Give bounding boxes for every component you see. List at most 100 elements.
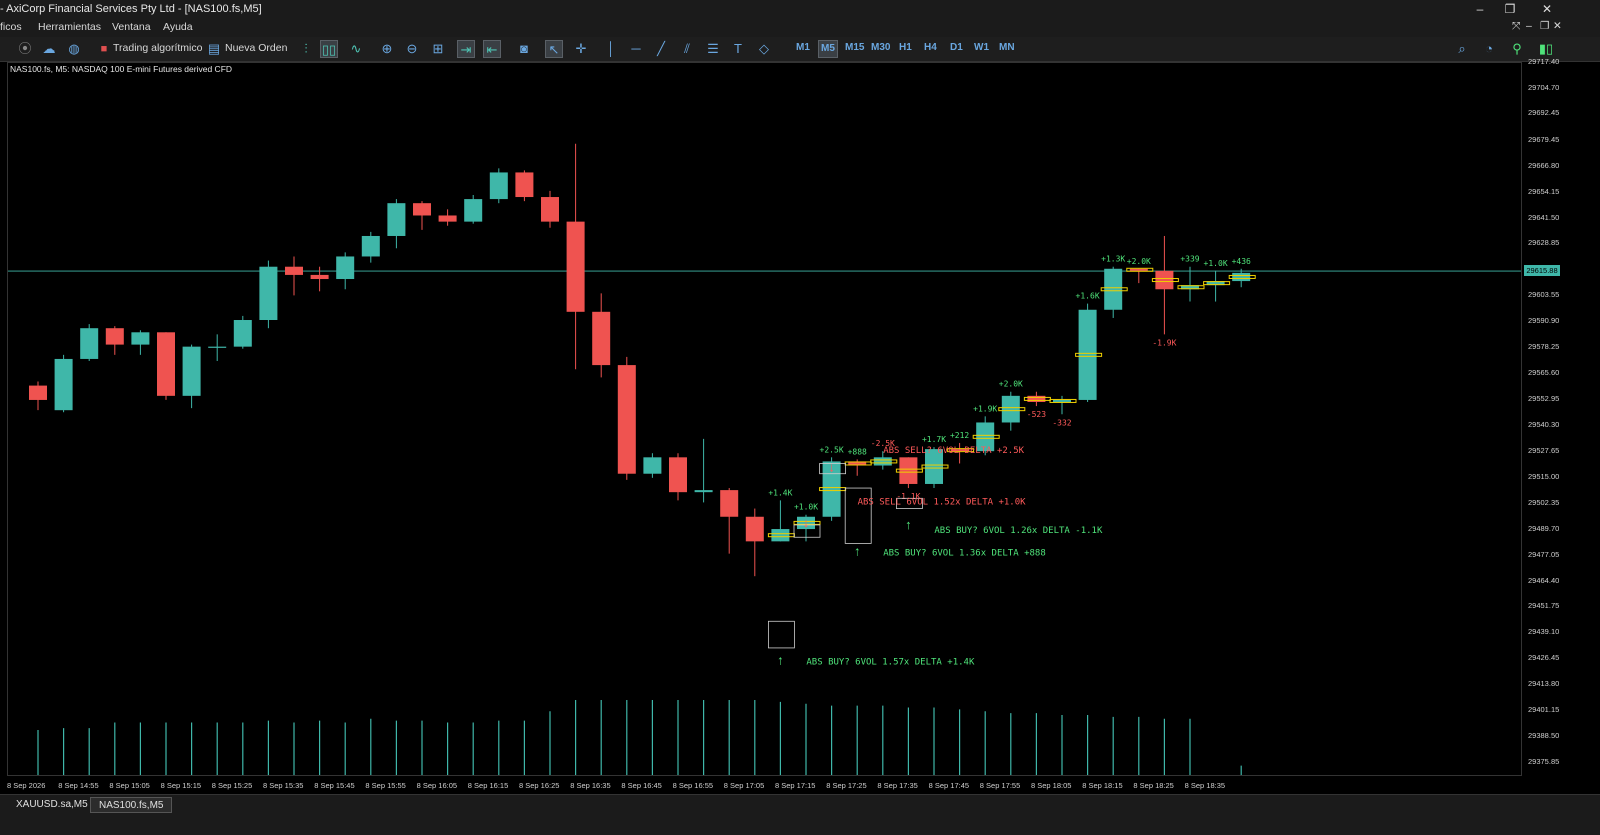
crosshair-icon[interactable]: ✛ — [572, 40, 590, 58]
search-icon[interactable]: ⌕ — [1453, 40, 1471, 58]
candle-body — [541, 197, 559, 222]
candle-body — [1232, 272, 1251, 282]
timeframe-m30[interactable]: M30 — [871, 42, 890, 53]
price-tick-label: 29692.45 — [1528, 108, 1560, 118]
time-axis[interactable]: 8 Sep 2026 8 Sep 14:55 8 Sep 15:05 8 Sep 15… — [7, 776, 1522, 794]
timeframe-mn[interactable]: MN — [999, 42, 1015, 53]
chart-shift-icon[interactable]: ⇤ — [483, 40, 501, 58]
new-order-icon[interactable]: ▤ — [205, 40, 223, 58]
candle-body — [464, 199, 483, 222]
menu-ventana[interactable]: Ventana — [112, 21, 151, 33]
line-chart-icon[interactable]: ∿ — [347, 40, 365, 58]
candle-body — [233, 320, 252, 347]
time-tick-label: 8 Sep 17:35 — [877, 781, 918, 790]
delta-label: +1.6K — [1076, 292, 1100, 301]
menu-graficos[interactable]: ficos — [0, 21, 22, 33]
time-tick-label: 8 Sep 16:05 — [416, 781, 458, 790]
price-tick-label: 29515.00 — [1528, 471, 1560, 481]
autoscroll-icon[interactable]: ⇥ — [457, 40, 475, 58]
fibonacci-icon[interactable]: ☰ — [704, 40, 722, 58]
price-tick-label: 29666.80 — [1528, 160, 1560, 170]
absorption-zone-box — [768, 620, 795, 649]
menu-ayuda[interactable]: Ayuda — [163, 21, 193, 33]
cloud-icon[interactable]: ☁ — [40, 40, 58, 58]
candlestick-chart[interactable]: +1.4K+1.0K+2.5K +888-2.5K-1.1K+1.7K +212+1… — [8, 63, 1522, 776]
menu-herramientas[interactable]: Herramientas — [38, 21, 101, 33]
candle-body — [566, 221, 585, 312]
pin-icon[interactable]: ⤧ — [1512, 20, 1520, 33]
sell-arrow-icon: ↓ — [828, 460, 835, 475]
price-tick-label: 29451.75 — [1528, 601, 1560, 611]
shapes-icon[interactable]: ◇ — [755, 40, 773, 58]
price-tick-label: 29679.45 — [1528, 134, 1560, 144]
vertical-line-icon[interactable]: │ — [602, 40, 620, 58]
mini-minimize-icon[interactable]: – — [1526, 20, 1532, 32]
time-tick-label: 8 Sep 16:25 — [519, 781, 560, 790]
toolbar: ⦿ ☁ ◍ ■ Trading algorítmico ▤ Nueva Orde… — [0, 37, 1600, 62]
candle-body — [1129, 268, 1148, 271]
price-tick-label: 29464.40 — [1528, 575, 1560, 585]
candle-body — [336, 256, 355, 280]
channel-icon[interactable]: ⫽ — [678, 40, 696, 58]
new-order-button[interactable]: Nueva Orden — [225, 42, 287, 54]
candlestick-icon[interactable]: ▯▯ — [320, 40, 338, 58]
delta-label: +212 — [950, 431, 969, 440]
timeframe-m1[interactable]: M1 — [796, 42, 810, 53]
restore-button[interactable]: ❐ — [1500, 2, 1520, 16]
candle-body — [438, 215, 457, 222]
algo-trading-icon[interactable]: ■ — [95, 40, 113, 58]
close-button[interactable]: ✕ — [1537, 2, 1557, 16]
zoom-out-icon[interactable]: ⊖ — [403, 40, 421, 58]
delta-label: +436 — [1232, 257, 1251, 266]
text-icon[interactable]: T — [729, 40, 747, 58]
time-tick-label: 8 Sep 16:15 — [467, 781, 509, 790]
price-axis[interactable]: 29717.40 29704.70 29692.45 29679.45 29666.80… — [1522, 57, 1600, 776]
algo-trading-button[interactable]: Trading algorítmico — [113, 42, 202, 54]
absorption-signal-label: ABS BUY? 6VOL 1.36x DELTA +888 — [883, 549, 1046, 559]
price-tick-label: 29717.40 — [1528, 57, 1560, 66]
screenshot-icon[interactable]: ◙ — [515, 40, 533, 58]
absorption-signal-label: ABS SELL? 6VOL DELTA +2.5K — [883, 446, 1024, 456]
delta-label: -1.9K — [1152, 338, 1176, 347]
candle-body — [1104, 268, 1123, 310]
candle-body — [592, 311, 611, 366]
minimize-button[interactable]: – — [1470, 2, 1490, 16]
cursor-icon[interactable]: ↖ — [545, 40, 563, 58]
tab-xauusd[interactable]: XAUUSD.sa,M5 — [8, 797, 96, 813]
candle-body — [720, 490, 739, 517]
price-tick-label: 29590.90 — [1528, 316, 1560, 326]
delta-label: +1.9K — [973, 404, 997, 413]
grid-icon[interactable]: ⊞ — [429, 40, 447, 58]
time-tick-label: 8 Sep 16:35 — [570, 781, 611, 790]
menu-bar: ficos Herramientas Ventana Ayuda ⤧ – ❐ ✕ — [0, 20, 1600, 37]
account-level-icon[interactable]: ⚲ — [1508, 40, 1526, 58]
candle-body — [489, 172, 508, 200]
candle-body — [771, 529, 790, 542]
signal-icon[interactable]: ⦿ — [16, 40, 34, 58]
horizontal-line-icon[interactable]: ─ — [627, 40, 645, 58]
trendline-icon[interactable]: ╱ — [652, 40, 670, 58]
zoom-in-icon[interactable]: ⊕ — [378, 40, 396, 58]
price-tick-label: 29565.60 — [1528, 368, 1560, 378]
delta-label: +2.0K — [999, 380, 1023, 389]
time-tick-label: 8 Sep 18:05 — [1031, 781, 1072, 790]
delta-label: +2.0K — [1127, 257, 1151, 266]
notification-icon[interactable]: ◔ — [1480, 40, 1498, 58]
mini-close-icon[interactable]: ✕ — [1553, 20, 1562, 32]
delta-label: +888 — [848, 447, 867, 456]
absorption-signal-label: ABS SELL 6VOL 1.52x DELTA +1.0K — [858, 497, 1027, 507]
tab-nas100[interactable]: NAS100.fs,M5 — [90, 797, 173, 813]
candle-body — [669, 457, 687, 493]
globe-icon[interactable]: ◍ — [65, 40, 83, 58]
bar-chart-icon[interactable]: ⫶ — [297, 40, 315, 58]
timeframe-w1[interactable]: W1 — [974, 42, 989, 53]
timeframe-m5[interactable]: M5 — [818, 40, 838, 58]
price-tick-label: 29401.15 — [1528, 705, 1560, 715]
timeframe-m15[interactable]: M15 — [845, 42, 864, 53]
candle-body — [361, 235, 380, 257]
timeframe-h1[interactable]: H1 — [899, 42, 912, 53]
timeframe-h4[interactable]: H4 — [924, 42, 937, 53]
chart-area[interactable]: +1.4K +1.0K +2.5K +888 -2.5K -1.1K +1.7K +212 +1… — [7, 62, 1522, 776]
timeframe-d1[interactable]: D1 — [950, 42, 963, 53]
mini-restore-icon[interactable]: ❐ — [1540, 20, 1549, 32]
